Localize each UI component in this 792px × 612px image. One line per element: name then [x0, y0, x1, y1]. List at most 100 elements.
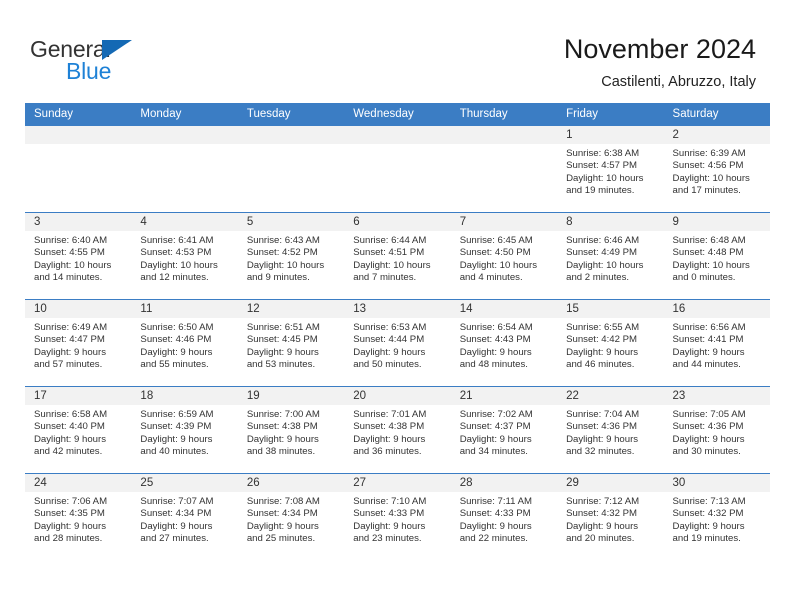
sunset-text: Sunset: 4:41 PM [672, 334, 744, 346]
daylight-text-line2: and 7 minutes. [353, 272, 417, 284]
day-sun-info: Sunrise: 6:50 AM Sunset: 4:46 PM Daylight:… [131, 318, 237, 372]
calendar-day-cell[interactable]: 13 Sunrise: 6:53 AM Sunset: 4:44 PM Dayligh… [344, 299, 451, 387]
calendar-day-cell[interactable]: 12 Sunrise: 6:51 AM Sunset: 4:45 PM Dayligh… [237, 299, 345, 387]
sunset-text: Sunset: 4:39 PM [140, 421, 212, 433]
daylight-text-line2: and 36 minutes. [353, 446, 422, 458]
calendar-day-cell[interactable]: 20 Sunrise: 7:01 AM Sunset: 4:38 PM Dayligh… [344, 386, 451, 474]
page-title: November 2024 [563, 34, 756, 64]
calendar-day-cell[interactable]: 8 Sunrise: 6:46 AM Sunset: 4:49 PM Daylight… [557, 212, 664, 300]
calendar-cell-empty [450, 125, 558, 213]
sunrise-text: Sunrise: 7:02 AM [459, 409, 533, 420]
calendar-day-cell[interactable]: 22 Sunrise: 7:04 AM Sunset: 4:36 PM Dayligh… [557, 386, 664, 474]
daylight-text-line2: and 2 minutes. [566, 272, 630, 284]
calendar-day-cell[interactable]: 4 Sunrise: 6:41 AM Sunset: 4:53 PM Daylight… [131, 212, 238, 300]
sunset-text: Sunset: 4:49 PM [566, 247, 638, 259]
day-number: 15 [557, 300, 664, 318]
calendar-day-cell[interactable]: 29 Sunrise: 7:12 AM Sunset: 4:32 PM Dayligh… [557, 473, 664, 561]
daylight-text-line1: Daylight: 10 hours [34, 259, 112, 271]
daylight-text-line1: Daylight: 9 hours [566, 346, 639, 358]
day-sun-info: Sunrise: 6:40 AM Sunset: 4:55 PM Daylight:… [25, 231, 131, 285]
calendar-day-cell[interactable]: 28 Sunrise: 7:11 AM Sunset: 4:33 PM Dayligh… [450, 473, 558, 561]
sunrise-text: Sunrise: 6:41 AM [140, 235, 214, 246]
daylight-text-line1: Daylight: 9 hours [353, 346, 426, 358]
day-number: 12 [237, 300, 345, 318]
daylight-text-line2: and 53 minutes. [246, 359, 316, 371]
calendar-day-cell[interactable]: 11 Sunrise: 6:50 AM Sunset: 4:46 PM Dayligh… [131, 299, 238, 387]
day-sun-info: Sunrise: 7:11 AM Sunset: 4:33 PM Daylight:… [451, 492, 557, 546]
day-sun-info: Sunrise: 6:51 AM Sunset: 4:45 PM Daylight:… [238, 318, 344, 372]
sunset-text: Sunset: 4:38 PM [353, 421, 425, 433]
day-sun-info: Sunrise: 6:39 AM Sunset: 4:56 PM Daylight:… [664, 144, 770, 198]
day-number: 24 [25, 474, 132, 492]
sunrise-text: Sunrise: 6:40 AM [34, 235, 108, 246]
sunrise-text: Sunrise: 6:54 AM [459, 322, 533, 333]
day-sun-info: Sunrise: 7:02 AM Sunset: 4:37 PM Daylight:… [451, 405, 557, 459]
daylight-text-line1: Daylight: 9 hours [672, 433, 745, 445]
calendar-day-cell[interactable]: 27 Sunrise: 7:10 AM Sunset: 4:33 PM Dayligh… [344, 473, 451, 561]
calendar-day-cell[interactable]: 7 Sunrise: 6:45 AM Sunset: 4:50 PM Daylight… [450, 212, 558, 300]
calendar-day-cell[interactable]: 5 Sunrise: 6:43 AM Sunset: 4:52 PM Daylight… [237, 212, 345, 300]
daylight-text-line2: and 34 minutes. [459, 446, 528, 458]
sunrise-text: Sunrise: 6:45 AM [459, 235, 533, 246]
calendar-day-cell[interactable]: 19 Sunrise: 7:00 AM Sunset: 4:38 PM Dayligh… [237, 386, 345, 474]
calendar-day-cell[interactable]: 24 Sunrise: 7:06 AM Sunset: 4:35 PM Dayligh… [25, 473, 132, 561]
generalblue-logo[interactable]: General Blue [30, 36, 240, 88]
day-number: 3 [25, 213, 132, 231]
day-sun-info: Sunrise: 6:53 AM Sunset: 4:44 PM Daylight:… [344, 318, 450, 372]
daylight-text-line1: Daylight: 10 hours [353, 259, 431, 271]
sunrise-text: Sunrise: 6:55 AM [566, 322, 640, 333]
calendar-day-cell[interactable]: 10 Sunrise: 6:49 AM Sunset: 4:47 PM Dayligh… [25, 299, 132, 387]
day-sun-info: Sunrise: 6:38 AM Sunset: 4:57 PM Daylight:… [557, 144, 663, 198]
sunset-text: Sunset: 4:56 PM [672, 160, 744, 172]
daylight-text-line1: Daylight: 9 hours [459, 433, 532, 445]
daylight-text-line1: Daylight: 10 hours [566, 259, 644, 271]
calendar-day-cell[interactable]: 15 Sunrise: 6:55 AM Sunset: 4:42 PM Dayligh… [557, 299, 664, 387]
day-number: 22 [557, 387, 664, 405]
daylight-text-line1: Daylight: 9 hours [353, 520, 426, 532]
day-number: 7 [450, 213, 558, 231]
day-number: 6 [344, 213, 451, 231]
daylight-text-line2: and 20 minutes. [566, 533, 635, 545]
day-sun-info: Sunrise: 6:46 AM Sunset: 4:49 PM Daylight:… [557, 231, 663, 285]
calendar-day-cell[interactable]: 18 Sunrise: 6:59 AM Sunset: 4:39 PM Dayligh… [131, 386, 238, 474]
calendar-day-cell[interactable]: 6 Sunrise: 6:44 AM Sunset: 4:51 PM Daylight… [344, 212, 451, 300]
calendar-table: Sunday Monday Tuesday Wednesday Thursday Frid… [25, 103, 770, 561]
daylight-text-line1: Daylight: 9 hours [140, 520, 213, 532]
daylight-text-line2: and 9 minutes. [246, 272, 310, 284]
sunset-text: Sunset: 4:53 PM [140, 247, 212, 259]
daylight-text-line2: and 40 minutes. [140, 446, 209, 458]
calendar-day-cell[interactable]: 30 Sunrise: 7:13 AM Sunset: 4:32 PM Dayligh… [663, 473, 770, 561]
day-number: 26 [237, 474, 345, 492]
weekday-header-4: Thursday [450, 103, 558, 126]
daylight-text-line2: and 42 minutes. [34, 446, 103, 458]
day-sun-info: Sunrise: 6:41 AM Sunset: 4:53 PM Daylight:… [131, 231, 237, 285]
calendar-day-cell[interactable]: 23 Sunrise: 7:05 AM Sunset: 4:36 PM Dayligh… [663, 386, 770, 474]
calendar-day-cell[interactable]: 26 Sunrise: 7:08 AM Sunset: 4:34 PM Dayligh… [237, 473, 345, 561]
day-number [25, 126, 132, 144]
daylight-text-line1: Daylight: 9 hours [34, 346, 106, 358]
calendar-day-cell[interactable]: 17 Sunrise: 6:58 AM Sunset: 4:40 PM Dayligh… [25, 386, 132, 474]
day-sun-info: Sunrise: 7:06 AM Sunset: 4:35 PM Daylight:… [25, 492, 131, 546]
calendar-day-cell[interactable]: 16 Sunrise: 6:56 AM Sunset: 4:41 PM Dayligh… [663, 299, 770, 387]
sunrise-text: Sunrise: 7:04 AM [566, 409, 640, 420]
day-number [131, 126, 238, 144]
sunset-text: Sunset: 4:40 PM [34, 421, 105, 433]
daylight-text-line1: Daylight: 9 hours [246, 520, 319, 532]
calendar-week-row: 24 Sunrise: 7:06 AM Sunset: 4:35 PM Dayligh… [25, 473, 770, 561]
sunrise-text: Sunrise: 7:00 AM [246, 409, 320, 420]
calendar-day-cell[interactable]: 2 Sunrise: 6:39 AM Sunset: 4:56 PM Daylight… [663, 125, 770, 213]
calendar-day-cell[interactable]: 3 Sunrise: 6:40 AM Sunset: 4:55 PM Daylight… [25, 212, 132, 300]
calendar-day-cell[interactable]: 21 Sunrise: 7:02 AM Sunset: 4:37 PM Dayligh… [450, 386, 558, 474]
calendar-day-cell[interactable]: 14 Sunrise: 6:54 AM Sunset: 4:43 PM Dayligh… [450, 299, 558, 387]
calendar-day-cell[interactable]: 9 Sunrise: 6:48 AM Sunset: 4:48 PM Daylight… [663, 212, 770, 300]
sunrise-text: Sunrise: 7:08 AM [246, 496, 320, 507]
daylight-text-line2: and 25 minutes. [246, 533, 316, 545]
sunrise-text: Sunrise: 6:58 AM [34, 409, 108, 420]
calendar-day-cell[interactable]: 1 Sunrise: 6:38 AM Sunset: 4:57 PM Daylight… [557, 125, 664, 213]
daylight-text-line1: Daylight: 9 hours [459, 346, 532, 358]
daylight-text-line2: and 4 minutes. [459, 272, 523, 284]
calendar-day-cell[interactable]: 25 Sunrise: 7:07 AM Sunset: 4:34 PM Dayligh… [131, 473, 238, 561]
day-sun-info: Sunrise: 6:43 AM Sunset: 4:52 PM Daylight:… [238, 231, 344, 285]
daylight-text-line1: Daylight: 9 hours [353, 433, 426, 445]
sunrise-text: Sunrise: 7:12 AM [566, 496, 640, 507]
